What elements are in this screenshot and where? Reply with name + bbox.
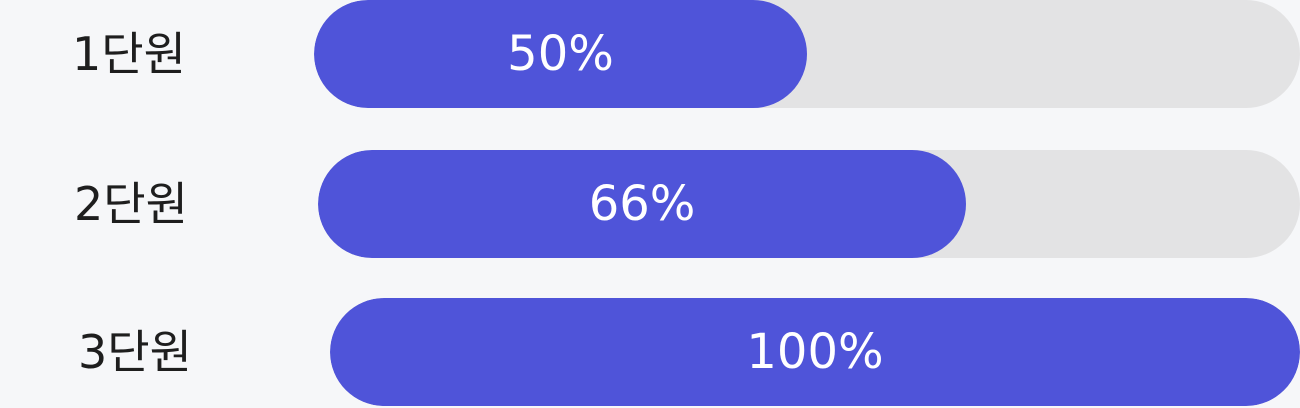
progress-fill: 50% (314, 0, 807, 108)
progress-fill: 100% (330, 298, 1300, 406)
progress-row-unit-3: 3단원 100% (0, 298, 1300, 406)
progress-track: 50% (314, 0, 1300, 108)
unit-label: 2단원 (74, 177, 188, 231)
unit-label: 3단원 (78, 325, 192, 379)
progress-row-unit-2: 2단원 66% (0, 150, 1300, 258)
unit-label: 1단원 (72, 27, 186, 81)
progress-track: 100% (330, 298, 1300, 406)
progress-row-unit-1: 1단원 50% (0, 0, 1300, 108)
progress-fill: 66% (318, 150, 967, 258)
progress-track: 66% (318, 150, 1300, 258)
